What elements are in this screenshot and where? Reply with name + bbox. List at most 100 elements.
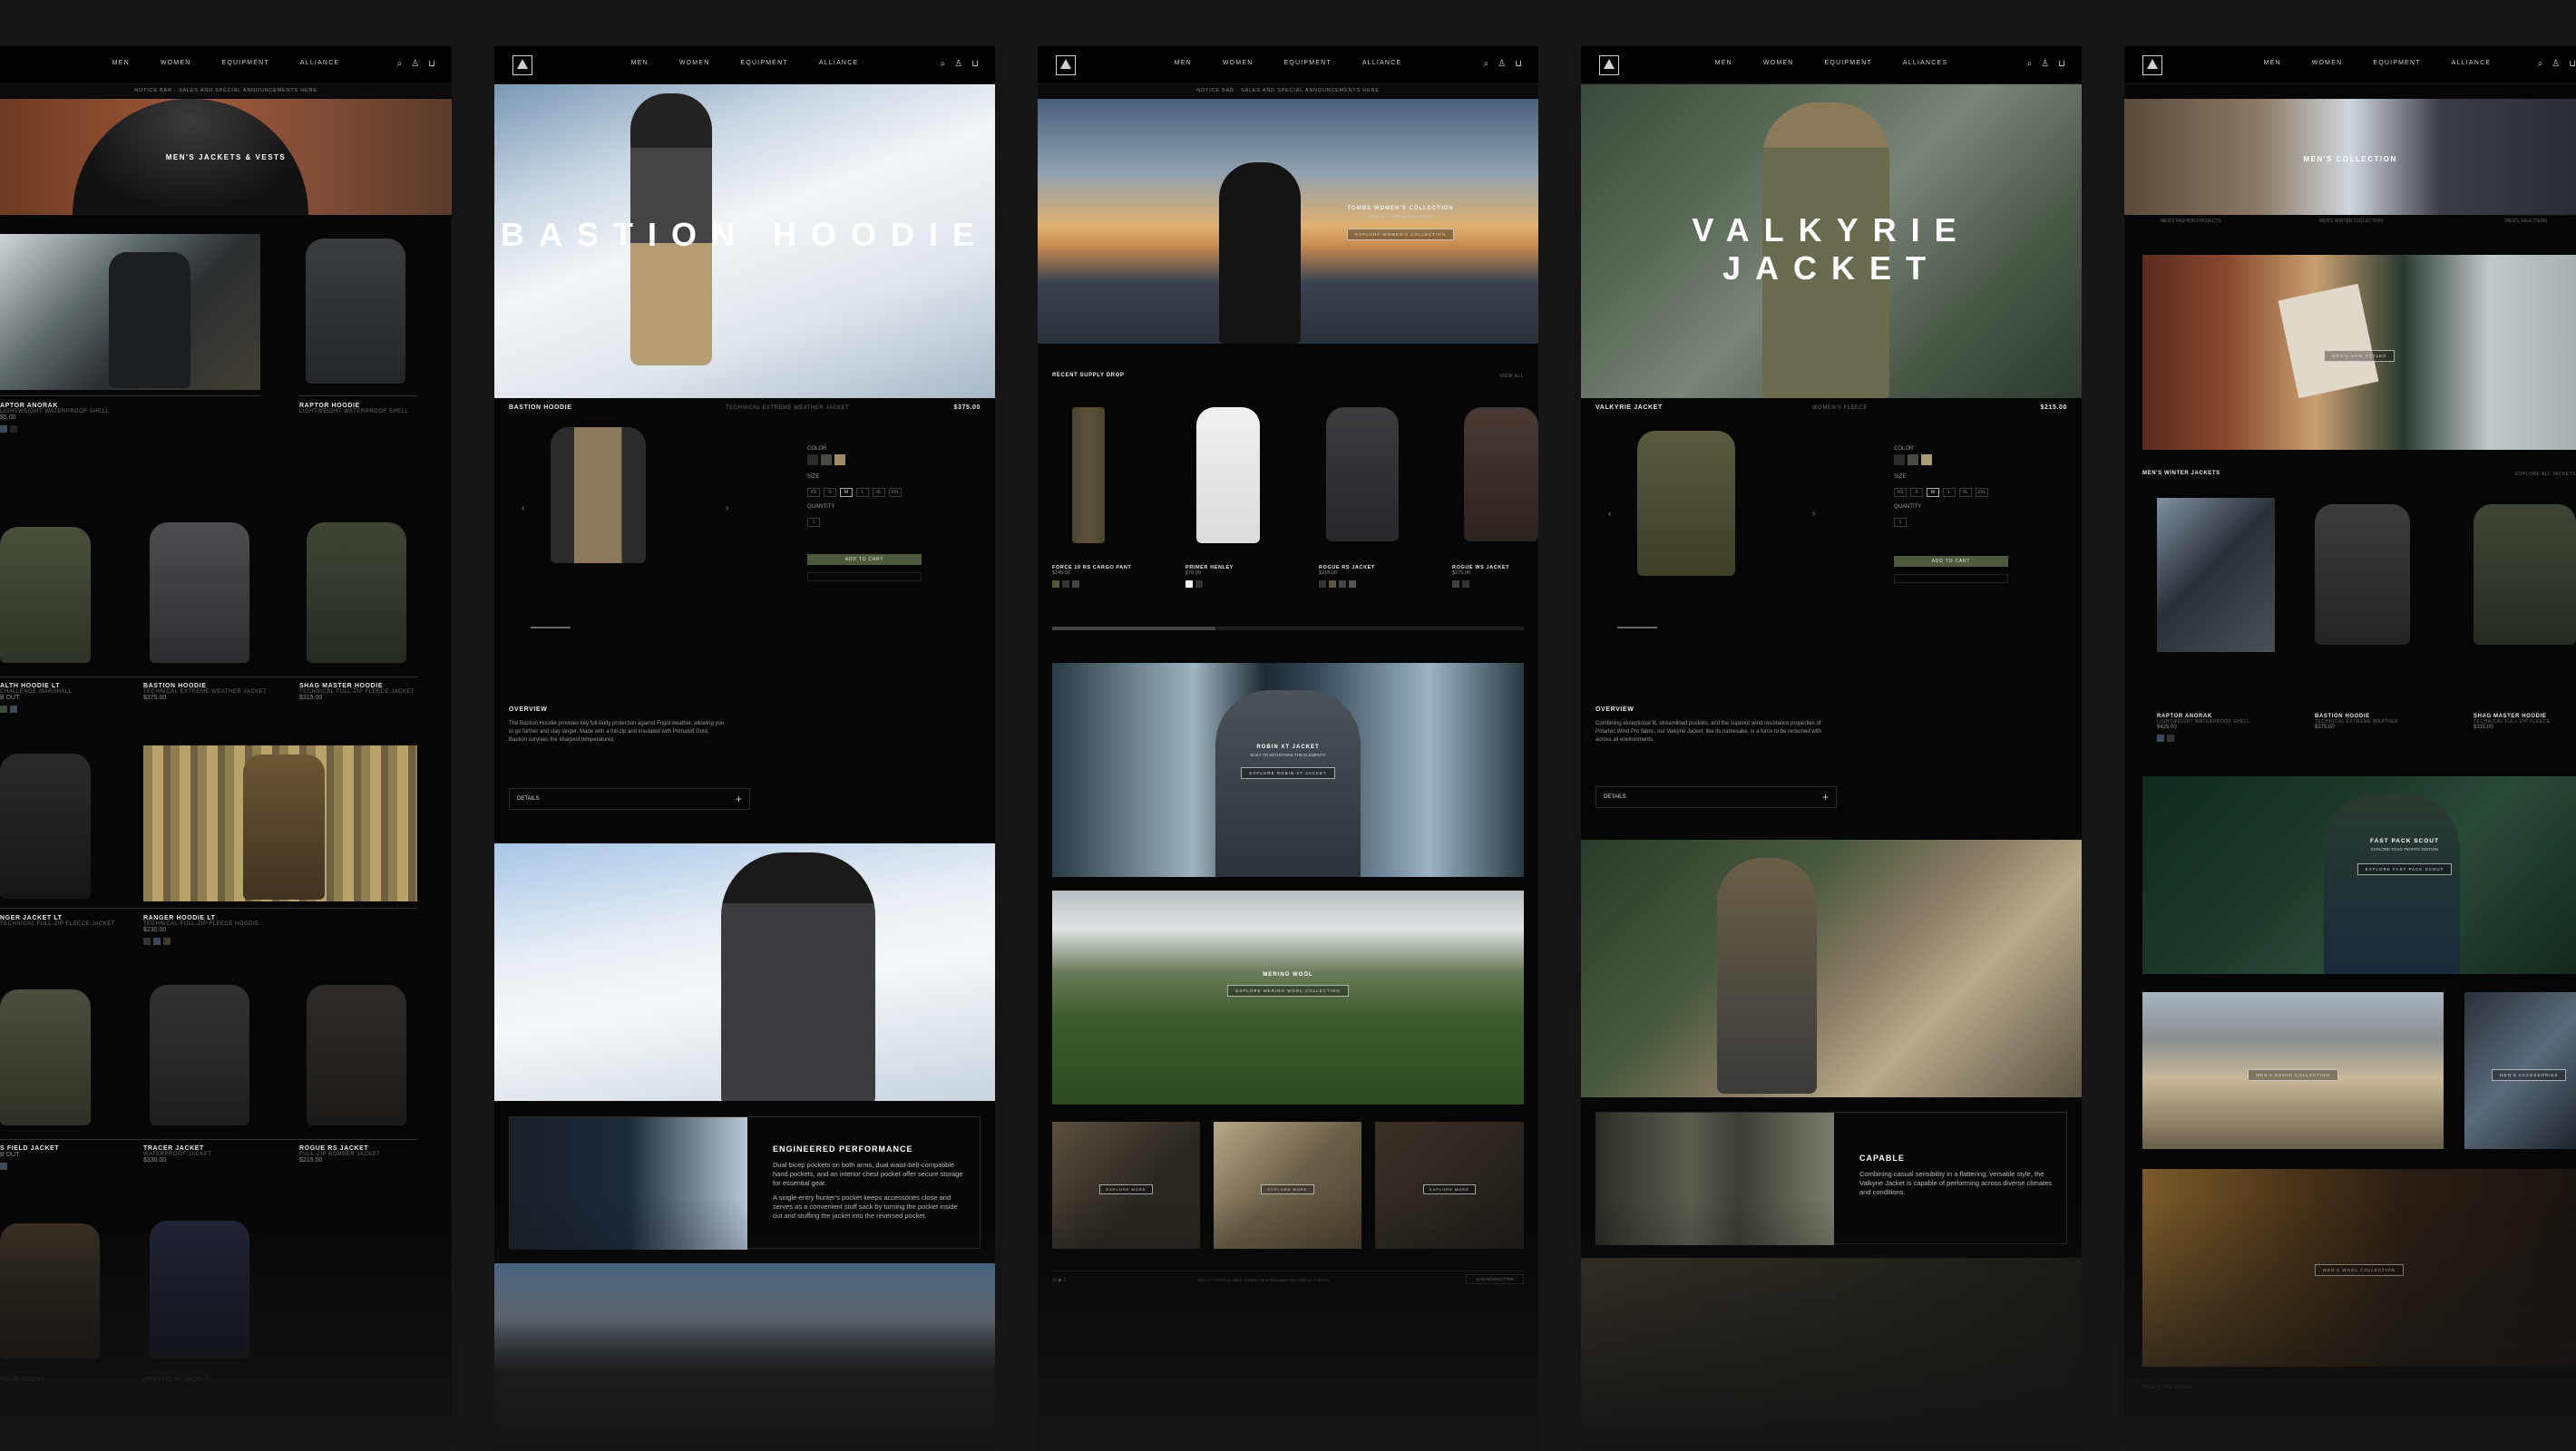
product-image[interactable] [150,522,249,663]
search-icon[interactable]: ⌕ [1484,59,1489,69]
secondary-button[interactable] [1894,574,2008,583]
color-swatches[interactable] [807,453,905,470]
menu-item-equipment[interactable]: EQUIPMENT [2373,60,2420,66]
promo-cta-button[interactable]: MEN'S WOOL COLLECTION [2315,1264,2404,1276]
view-all-link[interactable]: VIEW ALL [1499,374,1524,379]
cart-icon[interactable]: ⊔ [2569,59,2576,69]
newsletter-button[interactable]: JOIN NEWSLETTER [1465,1274,1524,1284]
product-card[interactable]: RDIAN JACKET [0,1378,44,1383]
social-icons[interactable]: ◎ ▶ f [1052,1277,1066,1283]
product-image[interactable] [306,239,405,384]
product-image[interactable] [0,234,260,390]
menu-item-men[interactable]: MEN [112,60,130,66]
product-image[interactable] [307,522,406,663]
search-icon[interactable]: ⌕ [941,59,946,69]
hero-link[interactable]: MEN'S SALE ITEMS [2505,219,2547,224]
menu-item-women[interactable]: WOMEN [161,60,191,66]
tile-image[interactable]: EXPLORE MORE [1052,1122,1200,1249]
chevron-left-icon[interactable]: ‹ [522,503,524,513]
add-to-cart-button[interactable]: ADD TO CART [807,554,922,565]
tile-button[interactable]: EXPLORE MORE [1422,1184,1476,1194]
menu-item-equipment[interactable]: EQUIPMENT [740,60,787,66]
tile-button[interactable]: EXPLORE MORE [1099,1184,1153,1194]
menu-item-equipment[interactable]: EQUIPMENT [1283,60,1331,66]
menu-item-equipment[interactable]: EQUIPMENT [221,60,268,66]
size-selector[interactable]: XS S M L XL 2XL [807,482,905,498]
hero-link[interactable]: MEN'S FASHION PROJECTS [2161,219,2221,224]
product-card[interactable]: SHAG MASTER HOODIE TECHNICAL FULL-ZIP FLE… [299,683,415,701]
product-card[interactable]: BASTION HOODIE TECHNICAL EXTREME WEATHER … [143,683,267,701]
cart-icon[interactable]: ⊔ [1515,59,1522,69]
promo-cta-button[interactable]: EXPLORE ROBIN XT JACKET [1241,767,1335,779]
product-image[interactable] [1464,407,1538,541]
product-card[interactable]: RANGER HOODIE LT TECHNICAL FULL-ZIP FLEEC… [143,915,259,949]
color-swatches[interactable] [1894,453,1992,470]
product-card[interactable]: ROGUE RS JACKET FULL-ZIP BOMBER JACKET $21… [299,1145,380,1164]
product-card[interactable]: RAPTOR ANORAK LIGHTWEIGHT WATERPROOF SHEL… [2157,714,2250,746]
product-card[interactable]: RAPTOR HOODIE LIGHTWEIGHT WATERPROOF SHEL… [299,403,408,414]
brand-logo-icon[interactable] [2142,55,2162,75]
account-icon[interactable]: ♙ [1498,59,1506,69]
product-card[interactable]: ALTH HOODIE LT CHALLENGE MARSHALL B OUT [0,683,72,717]
menu-item-women[interactable]: WOMEN [1763,60,1794,66]
promo-cta-button[interactable]: MEN'S NEW STYLES [2324,350,2395,362]
menu-item-women[interactable]: WOMEN [2312,60,2343,66]
menu-item-women[interactable]: WOMEN [1223,60,1254,66]
tile-image[interactable]: EXPLORE MORE [1214,1122,1361,1249]
chevron-right-icon[interactable]: › [1812,509,1815,519]
product-image[interactable] [2474,504,2576,645]
product-image[interactable] [0,754,91,899]
chevron-right-icon[interactable]: › [726,503,728,513]
product-card[interactable]: S FIELD JACKET B OUT [0,1145,59,1174]
menu-item-alliance[interactable]: ALLIANCE [819,60,858,66]
cart-icon[interactable]: ⊔ [428,59,435,69]
hero-link[interactable]: MEN'S WINTER COLLECTION [2319,219,2383,224]
brand-logo-icon[interactable] [512,55,532,75]
product-card[interactable]: SHAG MASTER HOODIE TECHNICAL FULL-ZIP FLE… [2474,714,2550,730]
search-icon[interactable]: ⌕ [2538,59,2543,69]
plus-icon[interactable]: + [736,793,742,805]
menu-item-men[interactable]: MEN [631,60,649,66]
tile-button[interactable]: MEN'S ACCESSORIES [2492,1069,2567,1081]
menu-item-women[interactable]: WOMEN [679,60,710,66]
cart-icon[interactable]: ⊔ [971,59,979,69]
tile-image[interactable]: MEN'S ACCESSORIES [2464,992,2576,1149]
product-card[interactable]: TRACER JACKET WATERPROOF JACKET $330.00 [143,1145,212,1164]
menu-item-equipment[interactable]: EQUIPMENT [1825,60,1872,66]
quantity-field[interactable]: 1 [1894,518,1907,527]
product-card[interactable]: ROGUE WS JACKET $275.00 [1452,565,1509,592]
menu-item-alliance[interactable]: ALLIANCE [1362,60,1401,66]
menu-item-alliance[interactable]: ALLIANCE [2452,60,2491,66]
product-image[interactable] [307,985,406,1125]
carousel-scrollbar[interactable] [1052,627,1524,630]
product-card[interactable]: NGER JACKET LT TECHNICAL FULL-ZIP FLEECE … [0,915,115,927]
quantity-field[interactable]: 1 [807,518,820,527]
menu-item-alliance[interactable]: ALLIANCE [300,60,339,66]
size-selector[interactable]: XS S M L XL 2XL [1894,482,1992,498]
tile-button[interactable]: MEN'S DENIM COLLECTION [2248,1069,2338,1081]
product-card[interactable]: FORCE 10 RS CARGO PANT $145.00 [1052,565,1131,592]
product-image[interactable] [0,527,91,663]
product-image[interactable] [1072,407,1105,543]
menu-item-men[interactable]: MEN [1175,60,1192,66]
product-image[interactable] [150,1221,249,1358]
account-icon[interactable]: ♙ [2552,59,2560,69]
section-link[interactable]: EXPLORE ALL JACKETS [2515,472,2576,477]
product-image[interactable] [150,985,249,1125]
secondary-button[interactable] [807,572,922,581]
product-card[interactable]: BASTION HOODIE TECHNICAL EXTREME WEATHER $… [2315,714,2398,730]
product-image[interactable] [1196,407,1260,543]
add-to-cart-button[interactable]: ADD TO CART [1894,556,2008,567]
account-icon[interactable]: ♙ [954,59,962,69]
menu-item-men[interactable]: MEN [2264,60,2281,66]
tile-button[interactable]: EXPLORE MORE [1261,1184,1314,1194]
product-image[interactable] [0,1223,100,1359]
tile-image[interactable]: EXPLORE MORE [1375,1122,1524,1249]
chevron-left-icon[interactable]: ‹ [1608,509,1611,519]
tile-image[interactable]: MEN'S DENIM COLLECTION [2142,992,2444,1149]
details-accordion[interactable]: DETAILS + [509,788,750,810]
details-accordion[interactable]: DETAILS + [1595,786,1837,808]
hero-cta-button[interactable]: EXPLORE WOMEN'S COLLECTION [1346,229,1455,240]
cart-icon[interactable]: ⊔ [2058,59,2065,69]
product-image[interactable] [2315,504,2410,645]
